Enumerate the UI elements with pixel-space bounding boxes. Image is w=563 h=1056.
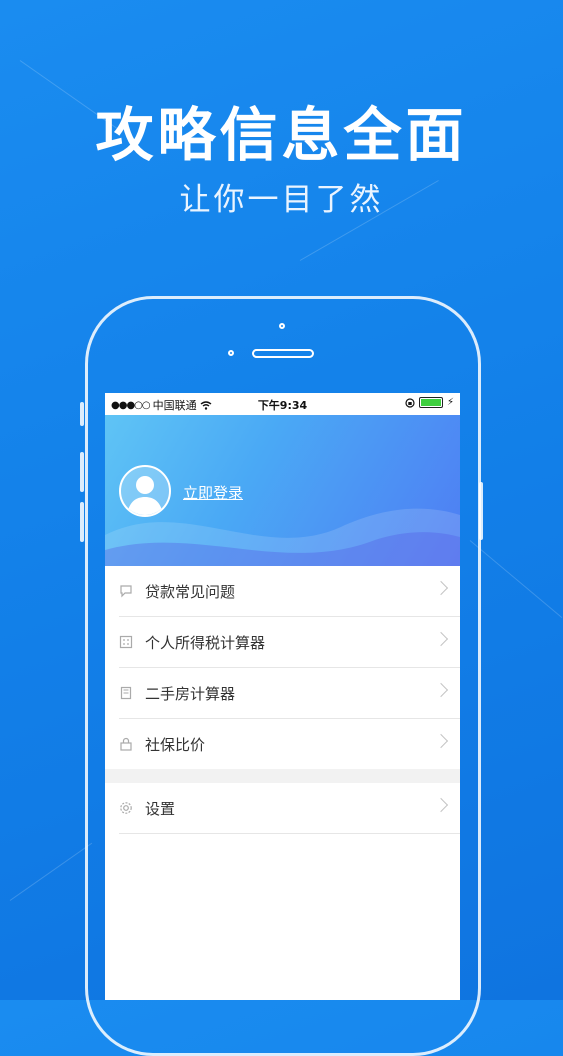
menu-item-social-security[interactable]: 社保比价 bbox=[119, 719, 460, 769]
app-screen: ●●●○○ 中国联通 下午9:34 ⚡ 立即登录 贷款常见问题 个人所得税计算器… bbox=[105, 393, 460, 1000]
promo-headline: 攻略信息全面 bbox=[95, 101, 468, 169]
menu-list: 贷款常见问题 个人所得税计算器 二手房计算器 社保比价 设置 bbox=[105, 566, 460, 834]
camera-icon bbox=[279, 323, 285, 329]
chevron-right-icon bbox=[433, 797, 449, 813]
menu-item-loan-faq[interactable]: 贷款常见问题 bbox=[119, 566, 460, 617]
speaker-icon bbox=[252, 349, 314, 358]
chevron-right-icon bbox=[433, 733, 449, 749]
background-streak bbox=[469, 540, 563, 619]
gear-icon bbox=[119, 801, 133, 815]
menu-item-label: 贷款常见问题 bbox=[145, 582, 236, 601]
phone-side-button bbox=[479, 482, 483, 540]
charging-icon: ⚡ bbox=[446, 397, 454, 408]
avatar[interactable] bbox=[119, 465, 171, 517]
section-divider bbox=[105, 769, 460, 783]
sensor-icon bbox=[228, 350, 234, 356]
menu-item-label: 社保比价 bbox=[145, 735, 206, 754]
profile-header: 立即登录 bbox=[105, 415, 460, 566]
chevron-right-icon bbox=[433, 580, 449, 596]
lock-icon bbox=[119, 737, 133, 751]
status-bar: ●●●○○ 中国联通 下午9:34 ⚡ bbox=[105, 393, 460, 415]
status-bar-right: ⚡ bbox=[405, 397, 454, 408]
menu-item-label: 个人所得税计算器 bbox=[145, 633, 266, 652]
phone-side-button bbox=[80, 452, 84, 492]
battery-icon bbox=[418, 397, 443, 408]
chevron-right-icon bbox=[433, 631, 449, 647]
menu-item-label: 设置 bbox=[145, 799, 176, 818]
chevron-right-icon bbox=[433, 682, 449, 698]
promo-subline: 让你一目了然 bbox=[179, 182, 384, 218]
menu-item-second-hand-house[interactable]: 二手房计算器 bbox=[119, 668, 460, 719]
menu-item-settings[interactable]: 设置 bbox=[119, 783, 460, 834]
background-streak bbox=[9, 842, 93, 901]
phone-side-button bbox=[80, 502, 84, 542]
menu-item-income-tax[interactable]: 个人所得税计算器 bbox=[119, 617, 460, 668]
rotation-lock-icon bbox=[405, 397, 415, 408]
document-icon bbox=[119, 686, 133, 700]
menu-item-label: 二手房计算器 bbox=[145, 684, 236, 703]
calculator-icon bbox=[119, 635, 133, 649]
login-link[interactable]: 立即登录 bbox=[183, 482, 243, 503]
chat-bubble-icon bbox=[119, 584, 133, 598]
user-icon bbox=[127, 476, 163, 515]
phone-side-button bbox=[80, 402, 84, 426]
